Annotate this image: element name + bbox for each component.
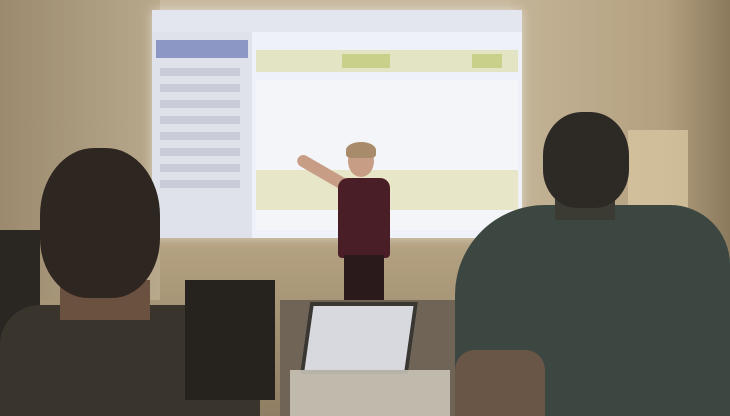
presenter	[295, 140, 400, 310]
presenter-laptop	[299, 302, 419, 374]
projected-nav-row	[160, 84, 240, 92]
projected-toolbar-button	[342, 54, 390, 68]
presenter-torso	[338, 178, 390, 258]
classroom-photo	[0, 0, 730, 416]
presenter-hair	[346, 142, 376, 158]
projected-menubar	[152, 10, 522, 32]
projected-nav-row	[160, 116, 240, 124]
audience-right-arm	[455, 350, 545, 416]
projected-nav-row	[160, 132, 240, 140]
audience-member-right	[455, 110, 730, 416]
projected-nav-header	[156, 40, 248, 58]
audience-left-head	[40, 148, 160, 298]
projected-nav-row	[160, 100, 240, 108]
projected-nav-row	[160, 68, 240, 76]
projected-toolbar-button	[472, 54, 502, 68]
audience-member-left	[0, 140, 290, 416]
audience-right-head	[543, 112, 629, 208]
audience-laptop	[185, 280, 275, 400]
desk-items	[290, 370, 450, 416]
